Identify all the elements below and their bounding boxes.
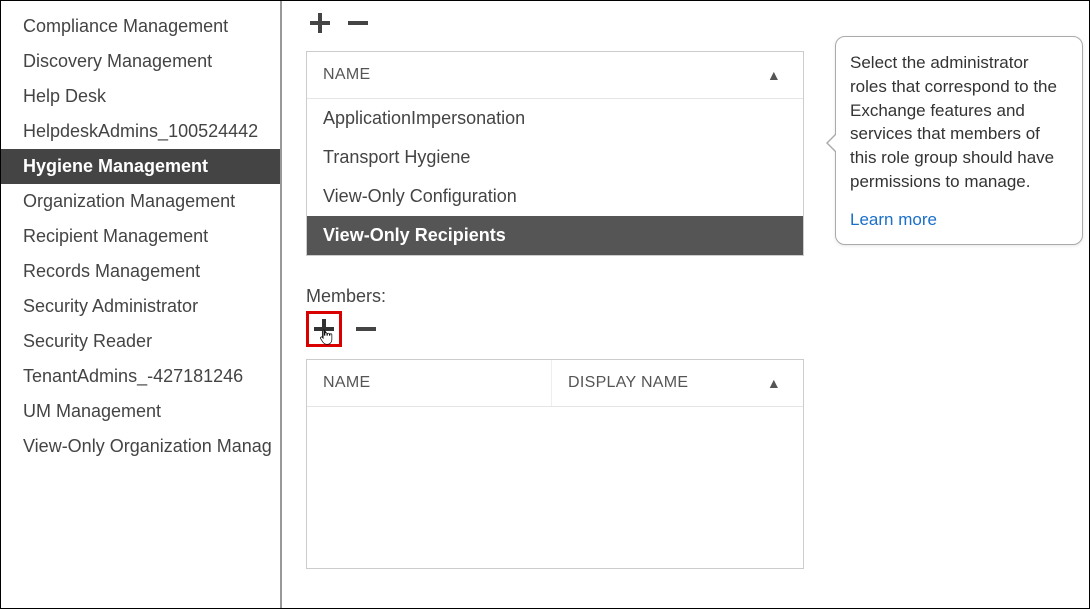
remove-role-button[interactable] (344, 9, 372, 37)
members-table-header: NAME DISPLAY NAME ▲ (307, 360, 803, 407)
sidebar-item-security-reader[interactable]: Security Reader (1, 324, 280, 359)
sidebar-item-compliance-management[interactable]: Compliance Management (1, 9, 280, 44)
members-column-display-name[interactable]: DISPLAY NAME ▲ (552, 360, 803, 406)
minus-icon (347, 12, 369, 34)
sidebar-item-organization-management[interactable]: Organization Management (1, 184, 280, 219)
sidebar-item-help-desk[interactable]: Help Desk (1, 79, 280, 114)
minus-icon (355, 318, 377, 340)
sidebar-item-helpdesk-admins[interactable]: HelpdeskAdmins_100524442 (1, 114, 280, 149)
sort-asc-icon: ▲ (767, 67, 781, 83)
roles-table-header[interactable]: NAME ▲ (307, 52, 803, 99)
add-member-button[interactable] (310, 315, 338, 343)
members-toolbar (306, 311, 1069, 347)
sidebar-item-um-management[interactable]: UM Management (1, 394, 280, 429)
main-panel: NAME ▲ ApplicationImpersonation Transpor… (282, 1, 1089, 608)
sidebar-item-security-administrator[interactable]: Security Administrator (1, 289, 280, 324)
sidebar-item-tenant-admins[interactable]: TenantAdmins_-427181246 (1, 359, 280, 394)
sidebar-item-hygiene-management[interactable]: Hygiene Management (1, 149, 280, 184)
role-row-view-only-configuration[interactable]: View-Only Configuration (307, 177, 803, 216)
sort-asc-icon: ▲ (767, 375, 781, 391)
role-row-view-only-recipients[interactable]: View-Only Recipients (307, 216, 803, 255)
add-member-highlight (306, 311, 342, 347)
roles-column-name: NAME (323, 66, 767, 84)
role-groups-sidebar: Compliance Management Discovery Manageme… (1, 1, 282, 608)
sidebar-item-discovery-management[interactable]: Discovery Management (1, 44, 280, 79)
members-table: NAME DISPLAY NAME ▲ (306, 359, 804, 569)
plus-icon (313, 318, 335, 340)
add-role-button[interactable] (306, 9, 334, 37)
sidebar-item-recipient-management[interactable]: Recipient Management (1, 219, 280, 254)
members-column-display-name-label: DISPLAY NAME (568, 374, 688, 392)
sidebar-item-view-only-org-management[interactable]: View-Only Organization Manag (1, 429, 280, 464)
role-row-application-impersonation[interactable]: ApplicationImpersonation (307, 99, 803, 138)
learn-more-link[interactable]: Learn more (850, 208, 937, 232)
roles-table: NAME ▲ ApplicationImpersonation Transpor… (306, 51, 804, 256)
remove-member-button[interactable] (352, 315, 380, 343)
plus-icon (309, 12, 331, 34)
help-tooltip-text: Select the administrator roles that corr… (850, 53, 1057, 191)
role-row-transport-hygiene[interactable]: Transport Hygiene (307, 138, 803, 177)
members-column-name[interactable]: NAME (307, 360, 552, 406)
sidebar-item-records-management[interactable]: Records Management (1, 254, 280, 289)
members-label: Members: (306, 286, 1069, 307)
help-tooltip: Select the administrator roles that corr… (835, 36, 1083, 245)
